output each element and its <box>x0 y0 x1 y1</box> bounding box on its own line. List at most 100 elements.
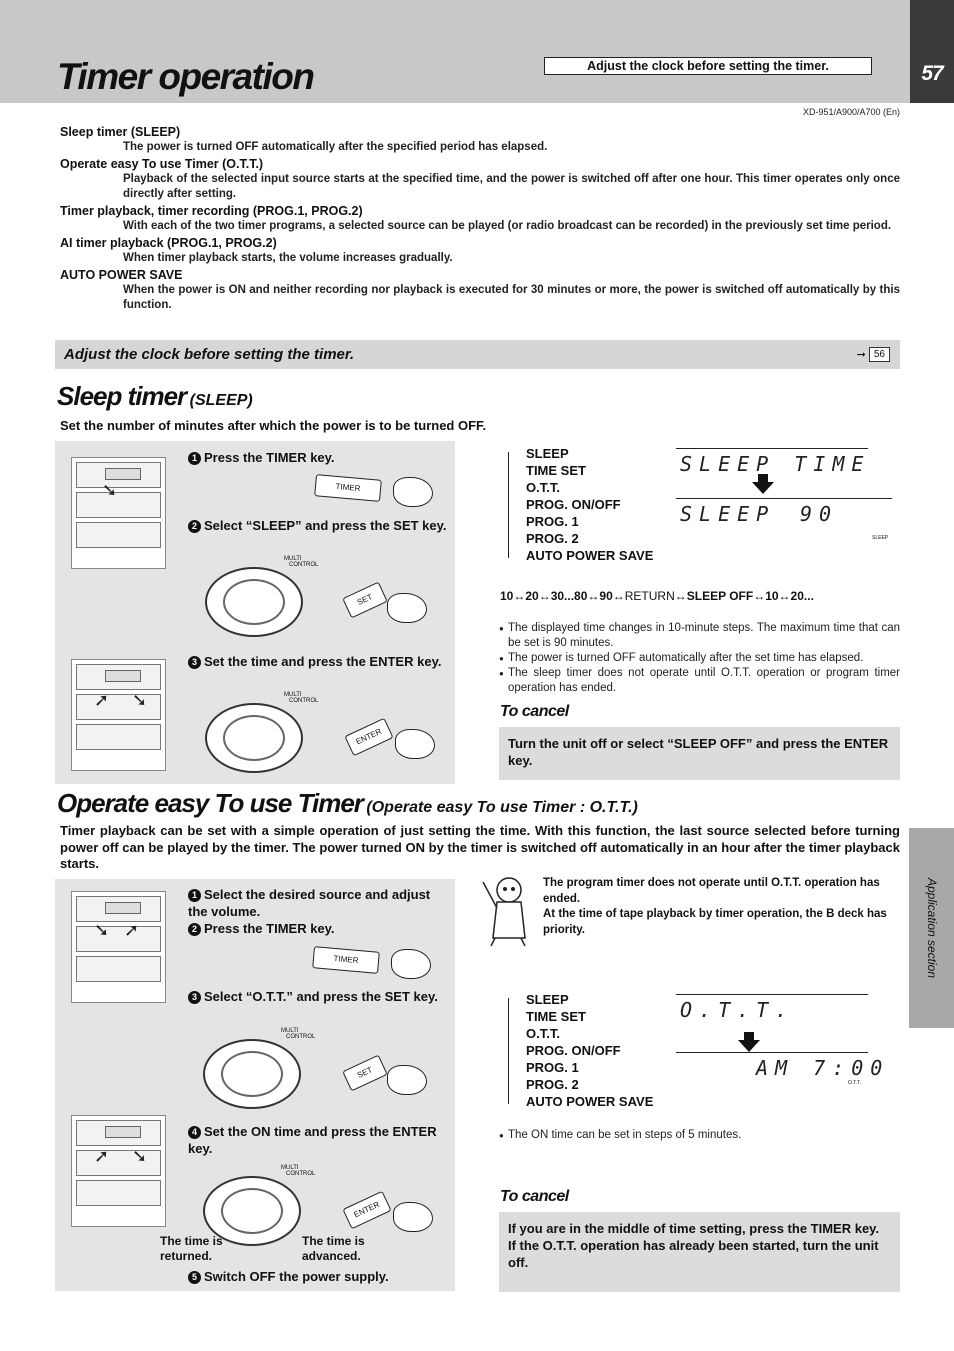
sleep-step-3: 3 Set the time and press the ENTER key. <box>188 653 448 670</box>
sleep-timer-title: Sleep timer <box>57 381 187 411</box>
page-number: 57 <box>921 62 943 85</box>
menu-item: PROG. 1 <box>526 514 579 529</box>
definition-item: Timer playback, timer recording (PROG.1,… <box>60 203 900 234</box>
menu-item: PROG. 2 <box>526 531 579 546</box>
lcd-divider <box>676 498 892 499</box>
set-key[interactable]: SET <box>342 1054 388 1092</box>
unit-cassette <box>76 1150 161 1176</box>
definition-desc: Playback of the selected input source st… <box>123 173 900 200</box>
note-item: The displayed time changes in 10-minute … <box>499 621 900 651</box>
down-arrow-icon <box>752 474 774 494</box>
clock-reminder-text: Adjust the clock before setting the time… <box>64 346 355 363</box>
definition-desc: The power is turned OFF automatically af… <box>123 141 548 153</box>
menu-item: O.T.T. <box>526 480 560 495</box>
sleep-steps-panel: ➘ ➚ ➘ 1 Press the TIMER key. TIMER 2 Selec… <box>55 441 455 784</box>
multi-control-knob[interactable] <box>203 1039 301 1109</box>
definition-term: Sleep timer (SLEEP) <box>60 125 181 139</box>
pointing-arrow-icon: ➚ <box>94 690 110 710</box>
time-advanced-caption: The time is advanced. <box>302 1234 365 1263</box>
ott-heading: Operate easy To use Timer (Operate easy … <box>57 788 638 819</box>
step-number-badge: 1 <box>188 452 201 465</box>
step-text: Set the time and press the ENTER key. <box>204 654 442 669</box>
note-item: The power is turned OFF automatically af… <box>499 651 900 666</box>
header-reminder-box: Adjust the clock before setting the time… <box>544 57 872 75</box>
ott-cancel-box: If you are in the middle of time setting… <box>499 1212 900 1292</box>
sleep-indicator: SLEEP <box>872 535 889 541</box>
stereo-unit-illustration: ➚ ➘ <box>71 1115 166 1227</box>
finger-press-icon <box>393 1202 433 1232</box>
step-text: Press the TIMER key. <box>204 921 335 936</box>
arrow-right-icon: ➞ <box>856 349 866 361</box>
finger-press-icon <box>391 949 431 979</box>
page-reference[interactable]: ➞ 56 <box>857 347 890 362</box>
ott-cancel-title: To cancel <box>500 1188 569 1205</box>
enter-key[interactable]: ENTER <box>342 1190 392 1230</box>
finger-press-icon <box>387 593 427 623</box>
lcd-divider <box>676 994 868 995</box>
unit-top <box>76 664 161 690</box>
timer-key[interactable]: TIMER <box>314 474 382 502</box>
unit-bottom <box>76 956 161 982</box>
menu-item: O.T.T. <box>526 1026 560 1041</box>
note-line: The program timer does not operate until… <box>543 877 880 905</box>
ott-step-5: 5 Switch OFF the power supply. <box>188 1268 448 1285</box>
lcd-display-bottom: AM 7:00 <box>756 1056 890 1080</box>
multi-control-knob[interactable] <box>205 703 303 773</box>
timer-key[interactable]: TIMER <box>312 946 380 974</box>
pointing-arrow-icon: ➘ <box>102 480 118 500</box>
step-text: Press the TIMER key. <box>204 450 335 465</box>
definition-term: Operate easy To use Timer (O.T.T.) <box>60 157 264 171</box>
definition-desc: When the power is ON and neither recordi… <box>123 284 900 311</box>
ott-priority-note: The program timer does not operate until… <box>543 876 900 938</box>
step-text: Select “O.T.T.” and press the SET key. <box>204 989 438 1004</box>
mascot-eye <box>511 887 515 891</box>
unit-top <box>76 896 161 922</box>
sequence-return: RETURN <box>624 589 675 603</box>
clock-reminder-band: Adjust the clock before setting the time… <box>55 340 900 369</box>
finger-press-icon <box>387 1065 427 1095</box>
page-number-tab <box>910 0 954 103</box>
timer-definitions: Sleep timer (SLEEP) The power is turned … <box>60 123 900 313</box>
sleep-timer-subtitle: (SLEEP) <box>189 392 253 409</box>
sequence-part: ↔SLEEP OFF↔10↔20... <box>674 589 814 603</box>
multi-control-label: MULTI CONTROL <box>281 1165 315 1177</box>
multi-control-label: MULTI CONTROL <box>281 1028 315 1040</box>
menu-item: PROG. ON/OFF <box>526 497 621 512</box>
unit-bottom <box>76 724 161 750</box>
side-tab-label: Application section <box>925 877 939 979</box>
step-number-badge: 4 <box>188 1126 201 1139</box>
sleep-timer-heading: Sleep timer (SLEEP) <box>57 381 253 412</box>
note-item: The sleep timer does not operate until O… <box>499 666 900 696</box>
definition-desc: When timer playback starts, the volume i… <box>123 252 453 264</box>
definition-term: AI timer playback (PROG.1, PROG.2) <box>60 236 277 250</box>
sleep-notes: The displayed time changes in 10-minute … <box>499 621 900 696</box>
mascot-baton <box>482 881 498 909</box>
control-label: CONTROL <box>286 1034 316 1040</box>
unit-top <box>76 1120 161 1146</box>
time-returned-caption: The time is returned. <box>160 1234 223 1263</box>
multi-control-label: MULTI CONTROL <box>284 556 318 568</box>
multi-control-knob[interactable] <box>205 567 303 637</box>
ott-step-2: 2 Press the TIMER key. <box>188 920 448 937</box>
enter-key[interactable]: ENTER <box>344 717 394 757</box>
stereo-unit-illustration: ➘ ➚ <box>71 891 166 1003</box>
set-key[interactable]: SET <box>342 581 388 619</box>
control-label: CONTROL <box>286 1171 316 1177</box>
lcd-display-bottom: SLEEP <box>680 502 776 526</box>
ott-notes: The ON time can be set in steps of 5 min… <box>499 1128 900 1143</box>
step-text: Switch OFF the power supply. <box>204 1269 389 1284</box>
menu-item: AUTO POWER SAVE <box>526 1094 654 1109</box>
note-item: The ON time can be set in steps of 5 min… <box>499 1128 900 1143</box>
definition-term: AUTO POWER SAVE <box>60 268 183 282</box>
mascot-leg <box>520 937 526 947</box>
page-reference-number[interactable]: 56 <box>868 347 890 362</box>
ott-lead-text: Timer playback can be set with a simple … <box>60 823 900 871</box>
model-code: XD-951/A900/A700 (En) <box>802 107 900 117</box>
mascot-body <box>492 901 526 939</box>
sleep-cancel-title: To cancel <box>500 703 569 720</box>
unit-display <box>105 468 141 480</box>
menu-item: AUTO POWER SAVE <box>526 548 654 563</box>
lcd-display-top: SLEEP TIME <box>680 452 871 476</box>
unit-display <box>105 670 141 682</box>
step-number-badge: 1 <box>188 889 201 902</box>
